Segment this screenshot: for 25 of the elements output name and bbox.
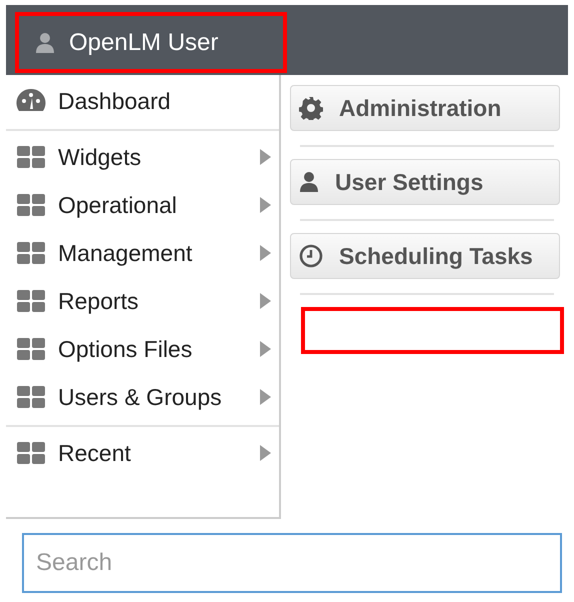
grid-icon bbox=[16, 337, 46, 361]
user-menu[interactable]: OpenLM User bbox=[15, 12, 287, 73]
menu-item[interactable]: Widgets bbox=[6, 133, 279, 181]
menu-item[interactable]: Reports bbox=[6, 277, 279, 325]
grid-icon bbox=[16, 441, 46, 465]
menu-item[interactable]: Management bbox=[6, 229, 279, 277]
panel-button[interactable]: Administration bbox=[290, 85, 560, 131]
menu-item[interactable]: Users & Groups bbox=[6, 373, 279, 421]
person-icon bbox=[299, 171, 319, 193]
grid-icon bbox=[16, 193, 46, 217]
menu-item[interactable]: Options Files bbox=[6, 325, 279, 373]
grid-icon bbox=[16, 289, 46, 313]
person-icon bbox=[35, 32, 55, 54]
menu-item[interactable]: Recent bbox=[6, 429, 279, 477]
menu-item[interactable]: Operational bbox=[6, 181, 279, 229]
search-field[interactable]: Search bbox=[22, 533, 562, 593]
clock-icon bbox=[299, 244, 323, 268]
grid-icon bbox=[16, 145, 46, 169]
grid-icon bbox=[16, 241, 46, 265]
gear-icon bbox=[299, 96, 323, 120]
speedometer-icon bbox=[16, 88, 46, 114]
menu-item[interactable]: Dashboard bbox=[6, 77, 279, 125]
panel-button[interactable]: User Settings bbox=[290, 159, 560, 205]
panel-button[interactable]: Scheduling Tasks bbox=[290, 233, 560, 279]
grid-icon bbox=[16, 385, 46, 409]
